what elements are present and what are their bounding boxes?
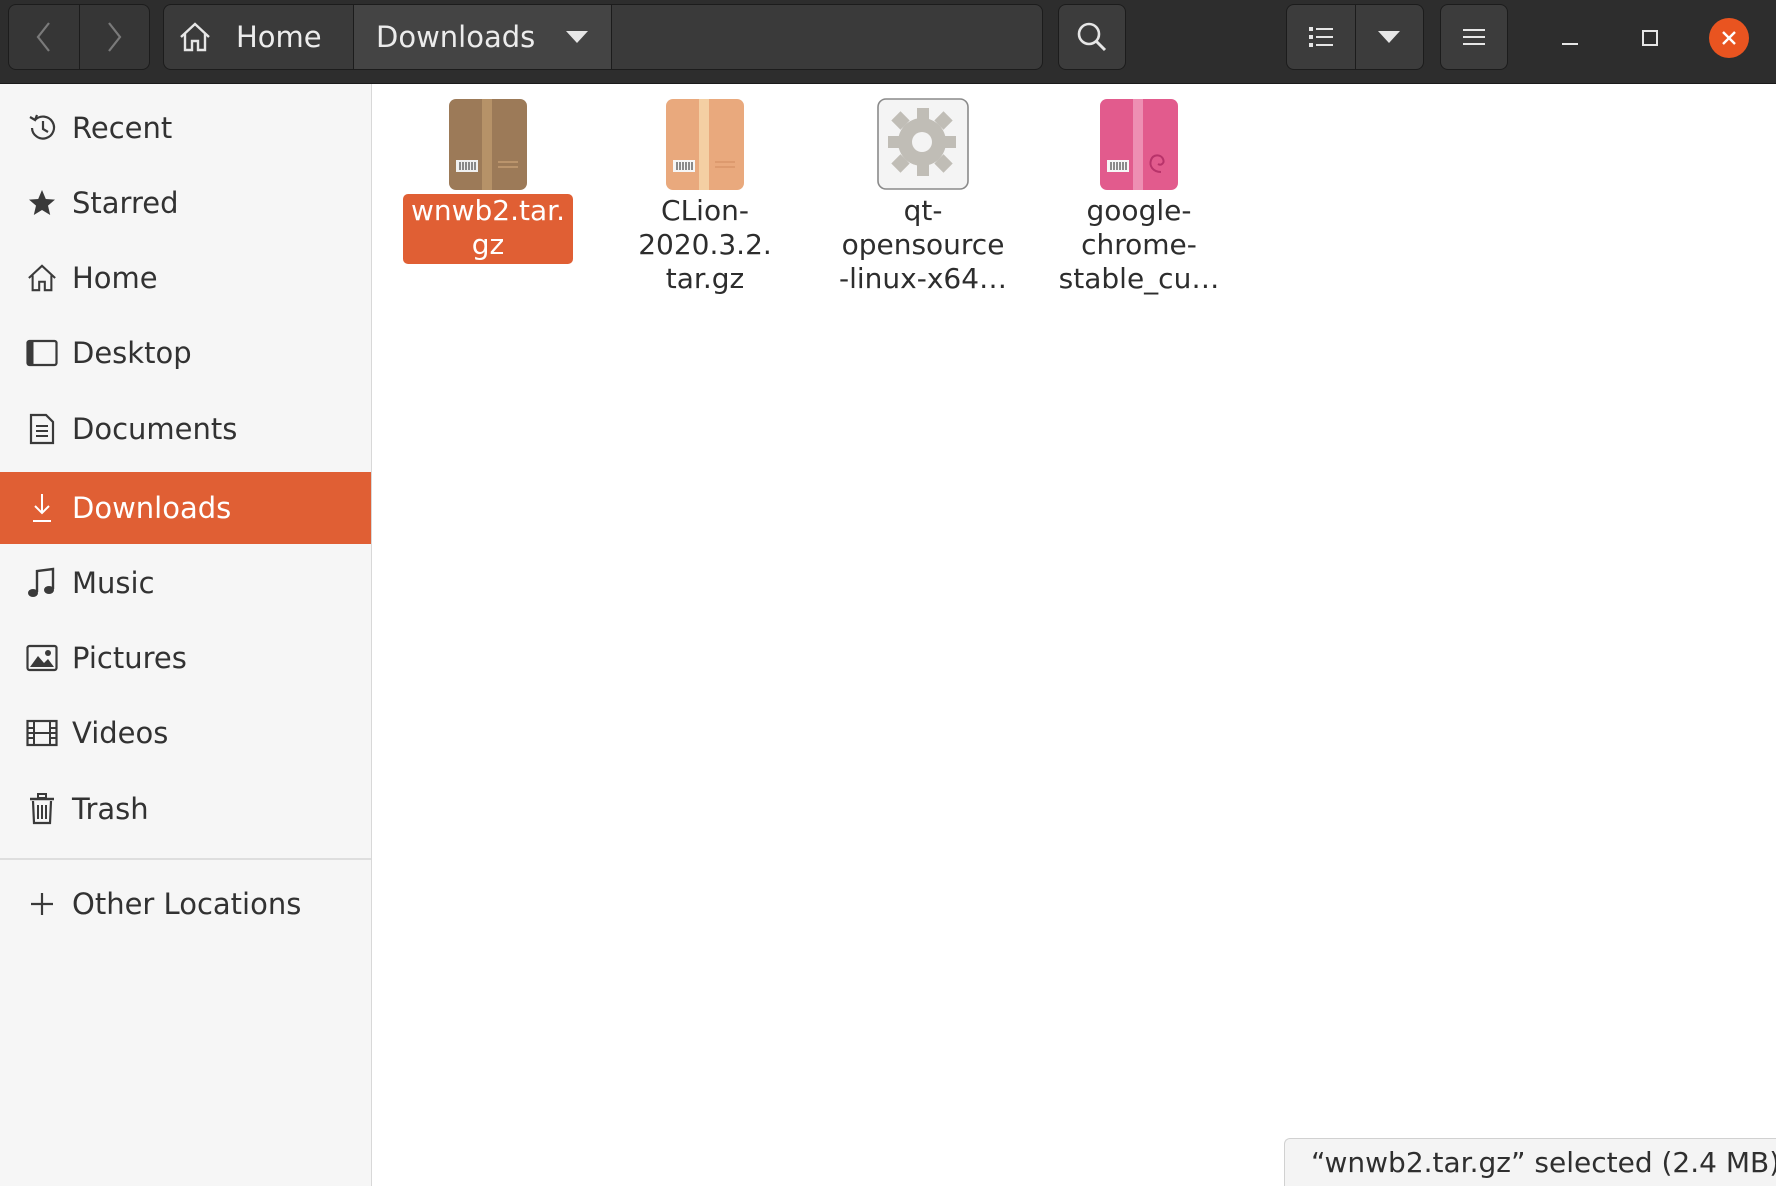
view-options-button[interactable] (1354, 5, 1424, 69)
sidebar-item-label: Music (72, 566, 155, 600)
trash-icon (22, 789, 62, 829)
hamburger-menu-icon (1463, 29, 1485, 45)
maximize-button[interactable] (1622, 10, 1678, 66)
maximize-icon (1642, 30, 1658, 46)
archive-brown-icon (440, 96, 536, 192)
view-options-icon (1378, 31, 1401, 43)
sidebar-item-label: Other Locations (72, 887, 302, 921)
sidebar-item-label: Documents (72, 412, 238, 446)
sidebar-item-label: Desktop (72, 336, 192, 370)
clock-icon (22, 108, 62, 148)
file-item-wnwb2[interactable]: wnwb2.tar. gz (388, 96, 588, 264)
minimize-button[interactable] (1542, 10, 1598, 66)
sidebar-item-label: Starred (72, 186, 179, 220)
path-crumb-home[interactable]: Home (164, 5, 354, 69)
list-view-button[interactable] (1287, 5, 1355, 69)
desktop-icon (22, 333, 62, 373)
forward-icon (108, 22, 122, 52)
search-button[interactable] (1058, 4, 1126, 70)
sidebar-item-recent[interactable]: Recent (0, 92, 371, 164)
sidebar-item-label: Home (72, 261, 158, 295)
sidebar-item-label: Trash (72, 792, 149, 826)
sidebar: Recent Starred Home Desktop Documents Do… (0, 84, 372, 1186)
file-name: wnwb2.tar. gz (402, 194, 573, 264)
archive-tan-icon (657, 96, 753, 192)
menu-button[interactable] (1440, 4, 1508, 70)
close-button-circle (1709, 18, 1749, 58)
music-note-icon (22, 563, 62, 603)
file-item-clion[interactable]: CLion- 2020.3.2. tar.gz (605, 96, 805, 298)
sidebar-item-label: Downloads (72, 491, 232, 525)
minimize-icon (1562, 43, 1578, 45)
sidebar-item-starred[interactable]: Starred (0, 167, 371, 239)
chevron-down-icon (566, 31, 589, 43)
debian-package-icon (1091, 96, 1187, 192)
file-item-qt-opensource[interactable]: qt- opensource -linux-x64… (823, 96, 1023, 298)
path-crumb-downloads-label: Downloads (376, 20, 536, 54)
view-buttons (1286, 4, 1424, 70)
search-icon (1077, 22, 1107, 52)
navigation-buttons (8, 4, 150, 70)
header-bar: Home Downloads (0, 0, 1776, 84)
file-view[interactable]: wnwb2.tar. gz CLion- 2020.3.2. tar.gz qt… (372, 84, 1776, 1186)
close-icon (1722, 31, 1736, 45)
list-view-icon (1308, 27, 1333, 47)
sidebar-item-label: Videos (72, 716, 169, 750)
sidebar-item-downloads[interactable]: Downloads (0, 472, 371, 544)
sidebar-item-home[interactable]: Home (0, 242, 371, 314)
path-crumb-downloads[interactable]: Downloads (354, 5, 612, 69)
status-bar: “wnwb2.tar.gz” selected (2.4 MB) (1284, 1138, 1776, 1186)
plus-icon (22, 884, 62, 924)
forward-button[interactable] (78, 5, 150, 69)
path-crumb-home-label: Home (236, 20, 322, 54)
sidebar-item-music[interactable]: Music (0, 547, 371, 619)
star-icon (22, 183, 62, 223)
sidebar-item-documents[interactable]: Documents (0, 393, 371, 465)
executable-gear-icon (875, 96, 971, 192)
path-bar: Home Downloads (163, 4, 1043, 70)
file-name: qt- opensource -linux-x64… (838, 194, 1008, 295)
back-button[interactable] (9, 5, 79, 69)
document-icon (22, 409, 62, 449)
sidebar-separator (0, 858, 371, 860)
home-icon (180, 22, 210, 52)
path-bar-empty-area (612, 5, 1042, 69)
file-name: google- chrome- stable_cu… (1058, 194, 1220, 295)
sidebar-item-videos[interactable]: Videos (0, 697, 371, 769)
status-text: “wnwb2.tar.gz” selected (2.4 MB) (1311, 1146, 1776, 1179)
download-icon (22, 488, 62, 528)
picture-icon (22, 638, 62, 678)
file-name: CLion- 2020.3.2. tar.gz (638, 194, 772, 295)
sidebar-item-label: Pictures (72, 641, 187, 675)
film-icon (22, 713, 62, 753)
file-item-google-chrome[interactable]: google- chrome- stable_cu… (1039, 96, 1239, 298)
sidebar-item-pictures[interactable]: Pictures (0, 622, 371, 694)
sidebar-item-desktop[interactable]: Desktop (0, 317, 371, 389)
home-icon (22, 258, 62, 298)
sidebar-item-trash[interactable]: Trash (0, 773, 371, 845)
close-button[interactable] (1701, 10, 1757, 66)
back-icon (36, 22, 50, 52)
sidebar-item-other-locations[interactable]: Other Locations (0, 868, 371, 940)
sidebar-item-label: Recent (72, 111, 173, 145)
